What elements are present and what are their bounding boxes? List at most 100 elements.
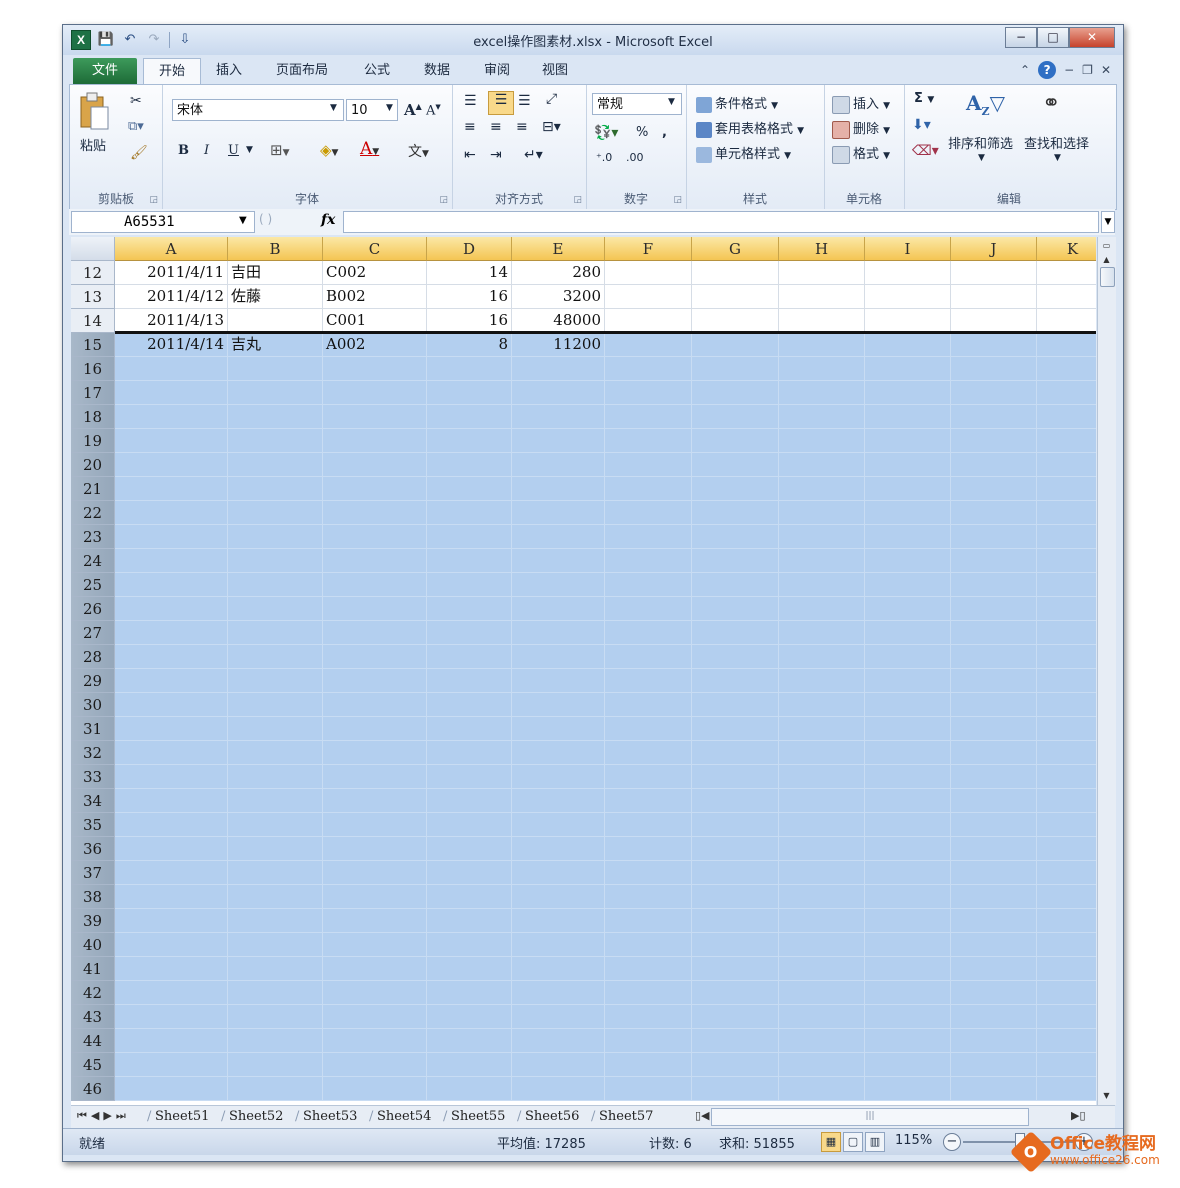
cell-b[interactable]	[228, 1053, 323, 1077]
align-left-icon[interactable]: ≡	[464, 119, 476, 135]
find-select-label[interactable]: 查找和选择	[1024, 133, 1089, 152]
cell-k[interactable]	[1037, 597, 1096, 621]
cell-d[interactable]	[427, 1029, 512, 1053]
cut-icon[interactable]: ✂	[130, 93, 142, 109]
cell-j[interactable]	[951, 525, 1037, 549]
row-header[interactable]: 35	[71, 813, 115, 837]
cell-g[interactable]	[692, 1077, 779, 1101]
cell-i[interactable]	[865, 765, 951, 789]
cell-i[interactable]	[865, 693, 951, 717]
cell-a[interactable]	[115, 1005, 228, 1029]
cell-j[interactable]	[951, 885, 1037, 909]
cell-c[interactable]	[323, 933, 427, 957]
sort-filter-dropdown-icon[interactable]: ▼	[978, 153, 985, 163]
column-header-b[interactable]: B	[228, 237, 323, 261]
cell-c[interactable]	[323, 453, 427, 477]
cell-e[interactable]: 3200	[512, 285, 605, 309]
cell-i[interactable]	[865, 405, 951, 429]
cell-k[interactable]	[1037, 1077, 1096, 1101]
cell-j[interactable]	[951, 981, 1037, 1005]
cell-b[interactable]	[228, 693, 323, 717]
cell-h[interactable]	[779, 549, 865, 573]
cell-b[interactable]	[228, 1005, 323, 1029]
cell-g[interactable]	[692, 357, 779, 381]
cell-e[interactable]	[512, 837, 605, 861]
cell-c[interactable]	[323, 981, 427, 1005]
align-bottom-icon[interactable]: ☰	[518, 93, 531, 109]
cell-a[interactable]	[115, 645, 228, 669]
cell-a[interactable]	[115, 741, 228, 765]
cell-c[interactable]	[323, 741, 427, 765]
cell-a[interactable]	[115, 357, 228, 381]
cell-i[interactable]	[865, 573, 951, 597]
close-button[interactable]: ✕	[1069, 27, 1115, 48]
cell-i[interactable]	[865, 381, 951, 405]
cell-k[interactable]	[1037, 885, 1096, 909]
cell-f[interactable]	[605, 693, 692, 717]
cell-h[interactable]	[779, 933, 865, 957]
border-icon[interactable]: ⊞▼	[270, 141, 290, 159]
cell-k[interactable]	[1037, 453, 1096, 477]
column-header-g[interactable]: G	[692, 237, 779, 261]
cell-d[interactable]	[427, 741, 512, 765]
cell-a[interactable]	[115, 1053, 228, 1077]
split-box-icon[interactable]: ▭	[1099, 239, 1114, 253]
cell-k[interactable]	[1037, 621, 1096, 645]
row-header[interactable]: 17	[71, 381, 115, 405]
column-header-e[interactable]: E	[512, 237, 605, 261]
cell-b[interactable]	[228, 621, 323, 645]
cell-e[interactable]: 280	[512, 261, 605, 285]
cell-c[interactable]	[323, 645, 427, 669]
cell-g[interactable]	[692, 789, 779, 813]
cell-e[interactable]	[512, 405, 605, 429]
column-header-a[interactable]: A	[115, 237, 228, 261]
cell-i[interactable]	[865, 741, 951, 765]
cell-k[interactable]	[1037, 1029, 1096, 1053]
fill-icon[interactable]: ⬇▾	[912, 117, 931, 133]
cell-h[interactable]	[779, 597, 865, 621]
row-header[interactable]: 27	[71, 621, 115, 645]
cell-h[interactable]	[779, 429, 865, 453]
cell-j[interactable]	[951, 261, 1037, 285]
cell-b[interactable]	[228, 669, 323, 693]
cell-g[interactable]	[692, 645, 779, 669]
alignment-launcher-icon[interactable]: ◲	[573, 195, 582, 205]
cell-e[interactable]	[512, 741, 605, 765]
cell-i[interactable]	[865, 477, 951, 501]
worksheet-grid[interactable]: A B C D E F G H I J K 12 2011/4/11 吉田 C002 14 280 13 2011/…	[71, 237, 1096, 1105]
delete-cells-button[interactable]: 删除 ▼	[832, 118, 890, 139]
cell-b[interactable]	[228, 909, 323, 933]
paste-label[interactable]: 粘贴	[80, 135, 106, 154]
cell-h[interactable]	[779, 981, 865, 1005]
cell-f[interactable]	[605, 621, 692, 645]
cell-c[interactable]	[323, 885, 427, 909]
cell-f[interactable]	[605, 813, 692, 837]
cell-b[interactable]	[228, 957, 323, 981]
cell-k[interactable]	[1037, 309, 1096, 333]
tab-page-layout[interactable]: 页面布局	[267, 58, 337, 84]
vertical-scrollbar[interactable]: ▭ ▲ ▼	[1097, 237, 1116, 1105]
format-painter-icon[interactable]: 🖌	[130, 145, 148, 161]
cell-d[interactable]	[427, 669, 512, 693]
cell-k[interactable]	[1037, 861, 1096, 885]
cell-i[interactable]	[865, 453, 951, 477]
cell-h[interactable]	[779, 1029, 865, 1053]
cell-styles-button[interactable]: 单元格样式 ▼	[696, 143, 791, 163]
cell-b[interactable]	[228, 549, 323, 573]
cell-e[interactable]	[512, 621, 605, 645]
cell-d[interactable]	[427, 549, 512, 573]
cell-b[interactable]	[228, 381, 323, 405]
cell-b[interactable]	[228, 885, 323, 909]
cell-j[interactable]	[951, 933, 1037, 957]
tab-view[interactable]: 视图	[531, 58, 579, 84]
sheet-tab[interactable]: Sheet55	[451, 1107, 505, 1127]
cell-f[interactable]	[605, 933, 692, 957]
normal-view-icon[interactable]: ▦	[821, 1132, 841, 1152]
italic-button[interactable]: I	[204, 143, 209, 158]
cell-c[interactable]	[323, 501, 427, 525]
cell-h[interactable]	[779, 309, 865, 333]
cell-b[interactable]	[228, 477, 323, 501]
font-size-dropdown-icon[interactable]: ▼	[386, 103, 393, 113]
percent-button[interactable]: %	[636, 125, 648, 140]
sheet-nav-icon[interactable]: ⏮◀▶⏭	[77, 1109, 130, 1123]
